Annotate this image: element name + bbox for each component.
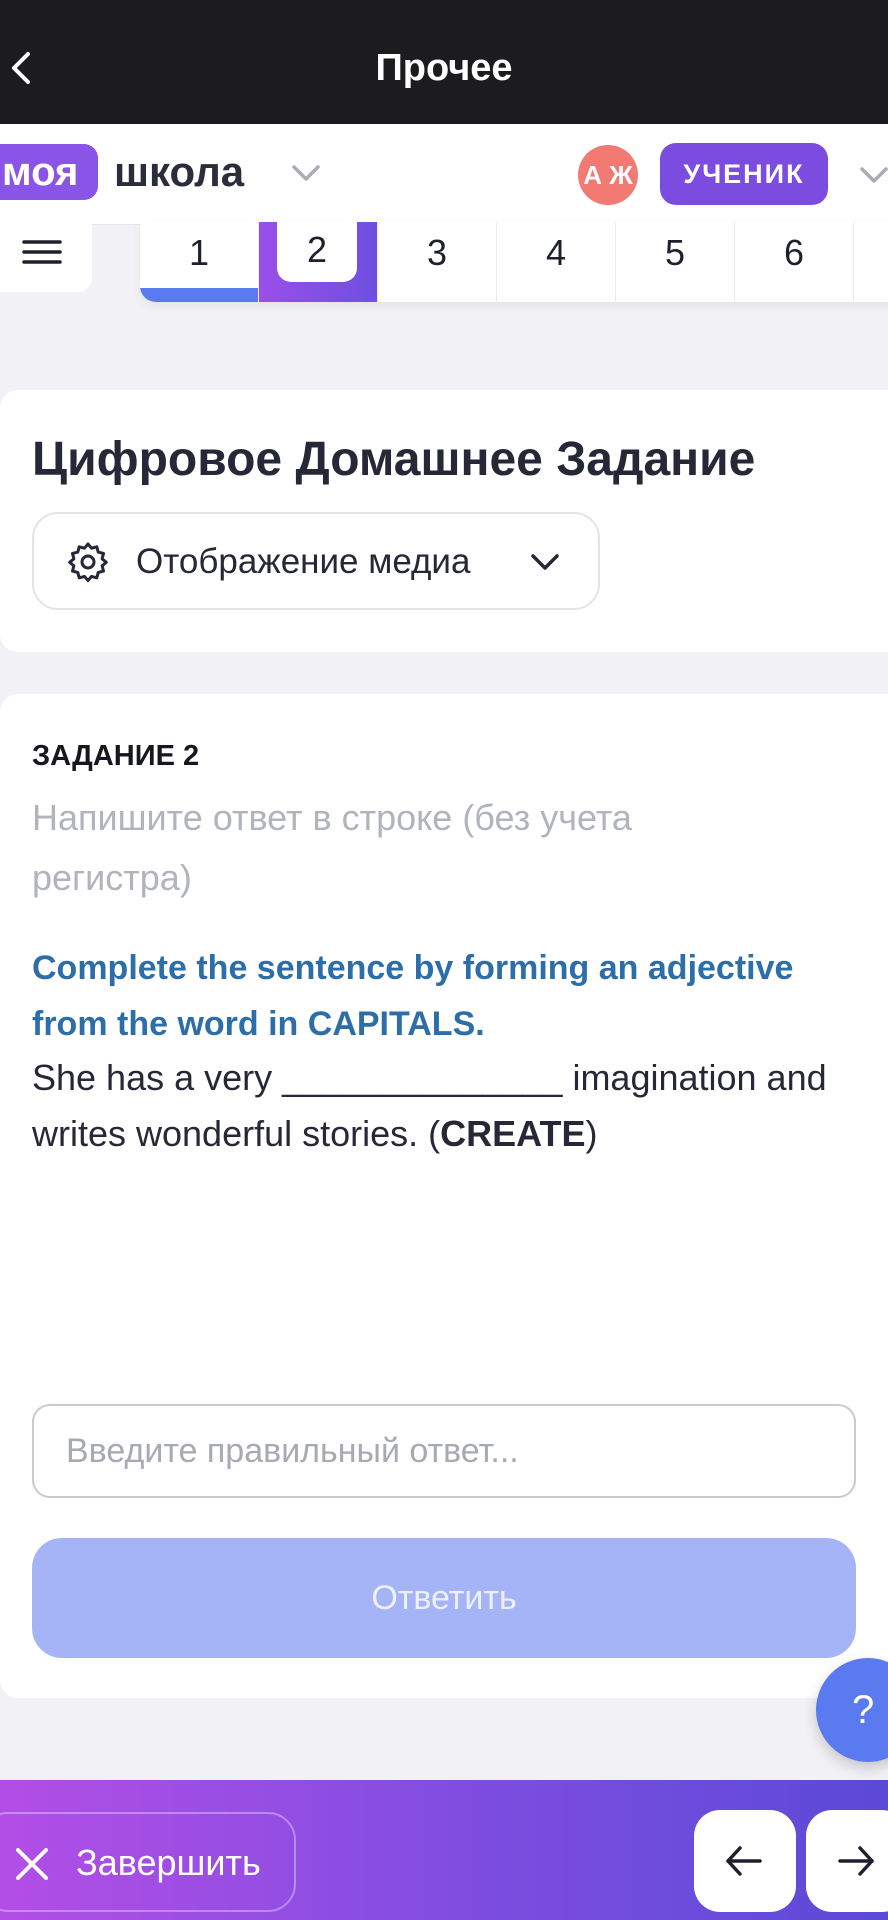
chevron-down-icon[interactable] <box>858 164 888 186</box>
media-display-label: Отображение медиа <box>136 542 471 581</box>
task-hint: Напишите ответ в строке (без учета регис… <box>32 797 632 898</box>
sentence-after: ) <box>585 1113 598 1154</box>
finish-button[interactable]: Завершить <box>0 1812 296 1912</box>
avatar[interactable]: А Ж <box>578 145 638 205</box>
chevron-down-icon <box>531 554 559 570</box>
task-instruction: Complete the sentence by forming an adje… <box>32 949 794 1043</box>
task-sentence: She has a very ______________ imaginatio… <box>32 1050 862 1162</box>
bottom-bar: Завершить <box>0 1780 888 1920</box>
school-header: моя школа А Ж УЧЕНИК <box>0 124 888 225</box>
tab-label: 2 <box>306 229 328 270</box>
tab-task-4[interactable]: 4 <box>497 222 616 302</box>
finish-label: Завершить <box>76 1842 261 1883</box>
tab-active-indicator: 2 <box>277 222 357 282</box>
tab-label: 3 <box>426 232 448 273</box>
tab-task-6[interactable]: 6 <box>735 222 854 302</box>
next-task-button[interactable] <box>806 1810 888 1912</box>
nav-title: Прочее <box>375 47 513 89</box>
menu-button[interactable] <box>0 222 92 292</box>
tab-task-2[interactable]: 2 <box>259 222 378 302</box>
close-icon <box>16 1848 48 1880</box>
sentence-before: She has a very ______________ imaginatio… <box>32 1057 827 1154</box>
tab-label: 4 <box>545 232 567 273</box>
media-display-dropdown[interactable]: Отображение медиа <box>32 512 600 610</box>
tab-label: 6 <box>783 232 805 273</box>
tab-label: 5 <box>664 232 686 273</box>
answer-input[interactable] <box>32 1404 856 1498</box>
task-tabs: 1 2 3 4 5 6 <box>140 222 888 302</box>
sentence-keyword: CREATE <box>440 1113 586 1154</box>
task-card: ЗАДАНИЕ 2 Напишите ответ в строке (без у… <box>0 694 888 1698</box>
arrow-left-icon <box>726 1846 762 1876</box>
chevron-down-icon[interactable] <box>290 162 322 184</box>
role-badge[interactable]: УЧЕНИК <box>660 143 828 205</box>
logo-shkola[interactable]: школа <box>114 144 244 200</box>
header-card: Цифровое Домашнее Задание Отображение ме… <box>0 390 888 652</box>
page-title: Цифровое Домашнее Задание <box>32 433 756 486</box>
logo-moya[interactable]: моя <box>0 144 99 200</box>
tab-task-5[interactable]: 5 <box>616 222 735 302</box>
previous-task-button[interactable] <box>694 1810 796 1912</box>
gear-icon <box>68 542 108 583</box>
top-nav-bar: Прочее <box>0 0 888 124</box>
submit-button[interactable]: Ответить <box>32 1538 856 1658</box>
arrow-right-icon <box>838 1846 874 1876</box>
tab-task-1[interactable]: 1 <box>140 222 259 302</box>
tab-task-3[interactable]: 3 <box>378 222 497 302</box>
task-number: ЗАДАНИЕ 2 <box>32 740 200 772</box>
hamburger-icon <box>22 240 62 264</box>
tab-label: 1 <box>188 232 210 273</box>
